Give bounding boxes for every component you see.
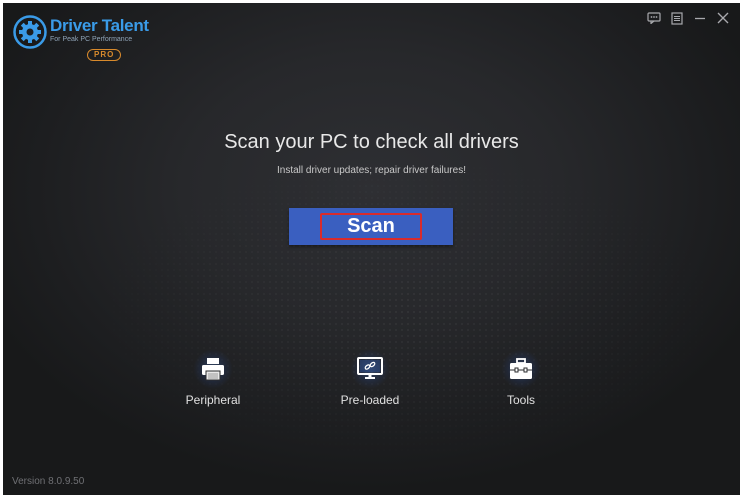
app-tagline: For Peak PC Performance	[50, 36, 133, 43]
scan-button-label: Scan	[320, 213, 422, 240]
feature-pre-loaded[interactable]: Pre-loaded	[320, 349, 420, 407]
menu-icon	[670, 11, 683, 25]
app-logo: Driver Talent For Peak PC Performance PR…	[13, 15, 149, 62]
toolbox-icon	[510, 358, 532, 379]
app-window: Driver Talent For Peak PC Performance PR…	[3, 3, 740, 495]
window-controls	[642, 9, 734, 27]
main-headline: Scan your PC to check all drivers	[224, 131, 519, 153]
feature-peripheral-label: Peripheral	[185, 393, 241, 407]
feature-tools[interactable]: Tools	[471, 349, 571, 407]
gear-logo-icon	[13, 15, 47, 49]
scan-button[interactable]: Scan	[289, 208, 453, 245]
feedback-icon	[646, 12, 661, 24]
feedback-button[interactable]	[642, 9, 665, 27]
monitor-link-icon	[357, 357, 383, 379]
printer-icon	[202, 358, 224, 381]
close-icon	[717, 12, 728, 24]
feature-peripheral[interactable]: Peripheral	[163, 349, 263, 407]
close-button[interactable]	[711, 9, 734, 27]
main-subline: Install driver updates; repair driver fa…	[277, 165, 466, 176]
version-label: Version 8.0.9.50	[12, 476, 85, 487]
edition-badge: PRO	[87, 49, 122, 61]
menu-button[interactable]	[665, 9, 688, 27]
world-map-dots	[3, 3, 740, 495]
feature-tools-label: Tools	[506, 393, 535, 407]
app-name: Driver Talent	[50, 16, 149, 35]
minimize-button[interactable]	[688, 9, 711, 27]
feature-pre-loaded-label: Pre-loaded	[340, 393, 400, 407]
minimize-icon	[694, 17, 705, 20]
